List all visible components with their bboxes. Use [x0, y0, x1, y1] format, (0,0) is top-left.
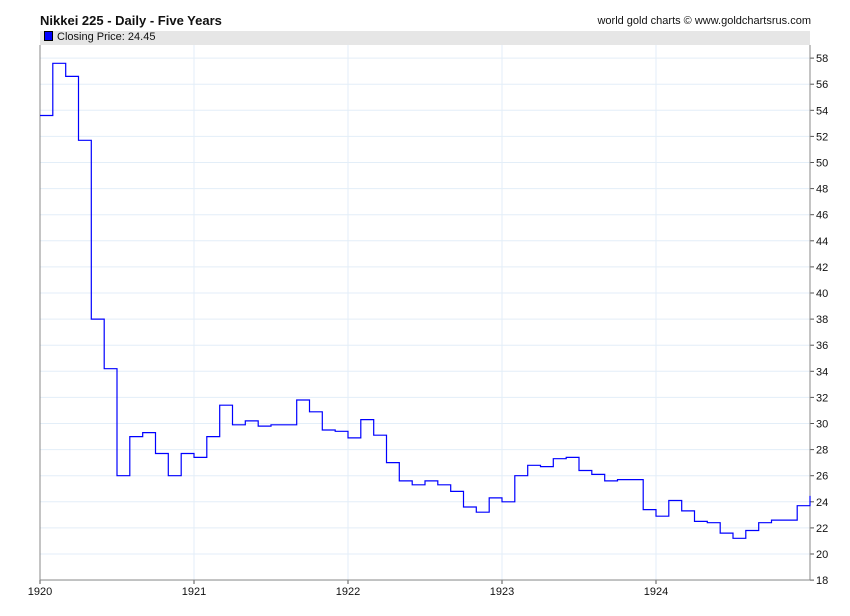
y-tick-label: 52 — [816, 131, 828, 143]
y-tick-label: 56 — [816, 79, 828, 91]
y-tick-label: 18 — [816, 575, 828, 587]
y-tick-label: 48 — [816, 184, 828, 196]
series-line-closing-price — [40, 62, 811, 539]
x-tick-label: 1920 — [28, 586, 52, 598]
x-tick-label: 1922 — [336, 586, 360, 598]
y-tick-label: 34 — [816, 366, 828, 378]
y-tick-label: 54 — [816, 105, 828, 117]
y-tick-label: 50 — [816, 158, 828, 170]
y-tick-label: 30 — [816, 419, 828, 431]
y-tick-label: 58 — [816, 53, 828, 65]
y-tick-label: 26 — [816, 471, 828, 483]
y-tick-label: 22 — [816, 523, 828, 535]
y-tick-label: 38 — [816, 314, 828, 326]
y-tick-label: 44 — [816, 236, 828, 248]
y-tick-label: 20 — [816, 549, 828, 561]
y-tick-label: 42 — [816, 262, 828, 274]
x-tick-label: 1923 — [490, 586, 514, 598]
y-tick-label: 24 — [816, 497, 828, 509]
y-tick-label: 36 — [816, 340, 828, 352]
x-tick-label: 1921 — [182, 586, 206, 598]
y-tick-label: 28 — [816, 445, 828, 457]
x-tick-label: 1924 — [644, 586, 668, 598]
y-tick-label: 32 — [816, 392, 828, 404]
y-tick-label: 46 — [816, 210, 828, 222]
y-tick-label: 40 — [816, 288, 828, 300]
chart-plot: 18 20 22 24 26 28 30 32 34 36 38 40 42 44 46 48 50 52 54 56… — [28, 45, 828, 598]
